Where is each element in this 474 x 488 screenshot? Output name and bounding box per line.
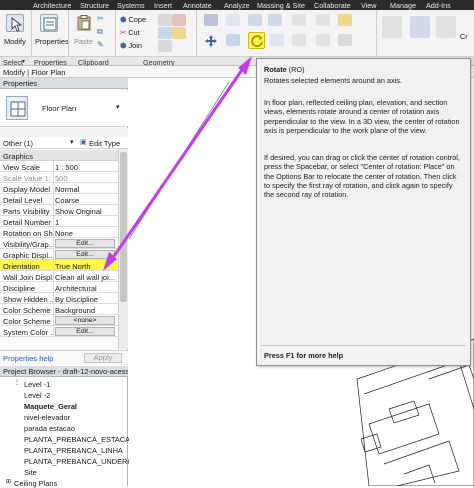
- annotation-arrow-icon: [103, 56, 252, 271]
